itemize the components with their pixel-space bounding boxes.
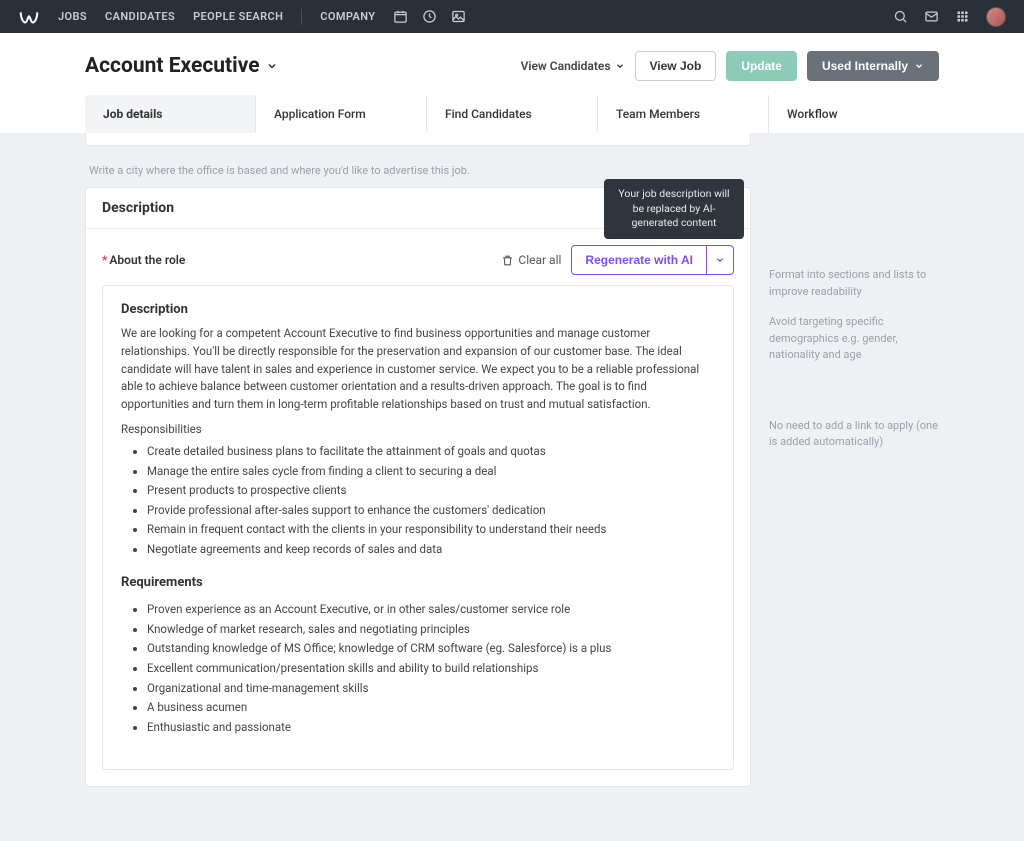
about-role-text: About the role bbox=[109, 253, 185, 267]
logo[interactable] bbox=[18, 6, 40, 28]
tabs: Job details Application Form Find Candid… bbox=[85, 95, 939, 133]
tab-workflow[interactable]: Workflow bbox=[768, 95, 939, 133]
used-internally-button[interactable]: Used Internally bbox=[807, 51, 939, 81]
responsibilities-list: Create detailed business plans to facili… bbox=[121, 442, 715, 559]
used-internally-label: Used Internally bbox=[822, 59, 908, 73]
list-item: Organizational and time-management skill… bbox=[147, 679, 715, 699]
mail-icon[interactable] bbox=[924, 9, 939, 24]
description-card: Description *About the role Clear all Re… bbox=[85, 187, 751, 787]
search-icon[interactable] bbox=[893, 9, 908, 24]
side-tips: Format into sections and lists to improv… bbox=[769, 267, 939, 451]
regenerate-tooltip: Your job description will be replaced by… bbox=[604, 179, 744, 239]
requirements-heading: Requirements bbox=[121, 575, 715, 590]
content-column: Write a city where the office is based a… bbox=[85, 133, 751, 801]
topbar-left: JOBS CANDIDATES PEOPLE SEARCH COMPANY bbox=[18, 6, 466, 28]
main: Write a city where the office is based a… bbox=[67, 133, 957, 841]
apps-icon[interactable] bbox=[955, 9, 970, 24]
list-item: Remain in frequent contact with the clie… bbox=[147, 520, 715, 540]
chevron-down-icon bbox=[266, 60, 278, 72]
list-item: Knowledge of market research, sales and … bbox=[147, 620, 715, 640]
chevron-down-icon bbox=[615, 61, 625, 71]
regenerate-dropdown[interactable] bbox=[707, 245, 734, 275]
list-item: A business acumen bbox=[147, 698, 715, 718]
update-button[interactable]: Update bbox=[726, 51, 797, 81]
list-item: Enthusiastic and passionate bbox=[147, 718, 715, 738]
calendar-icon[interactable] bbox=[393, 9, 408, 24]
clear-all-button[interactable]: Clear all bbox=[501, 253, 561, 267]
about-row: *About the role Clear all Regenerate wit… bbox=[102, 245, 734, 275]
topnav-company[interactable]: COMPANY bbox=[320, 10, 375, 23]
topbar-right bbox=[893, 7, 1006, 27]
responsibilities-heading: Responsibilities bbox=[121, 422, 715, 436]
list-item: Manage the entire sales cycle from findi… bbox=[147, 462, 715, 482]
description-editor[interactable]: Description We are looking for a compete… bbox=[102, 285, 734, 770]
list-item: Negotiate agreements and keep records of… bbox=[147, 540, 715, 560]
clock-icon[interactable] bbox=[422, 9, 437, 24]
list-item: Create detailed business plans to facili… bbox=[147, 442, 715, 462]
list-item: Outstanding knowledge of MS Office; know… bbox=[147, 639, 715, 659]
about-role-label: *About the role bbox=[102, 253, 185, 267]
view-job-button[interactable]: View Job bbox=[635, 51, 717, 81]
page-title[interactable]: Account Executive bbox=[85, 54, 278, 78]
trash-icon bbox=[501, 254, 514, 267]
tab-find-candidates[interactable]: Find Candidates bbox=[426, 95, 597, 133]
header: Account Executive View Candidates View J… bbox=[0, 33, 1024, 133]
side-column: Format into sections and lists to improv… bbox=[769, 141, 939, 465]
regenerate-group: Regenerate with AI bbox=[571, 245, 734, 275]
clear-all-label: Clear all bbox=[518, 253, 561, 267]
tab-team-members[interactable]: Team Members bbox=[597, 95, 768, 133]
title-row: Account Executive View Candidates View J… bbox=[85, 45, 939, 89]
topnav-separator bbox=[301, 9, 302, 25]
topbar: JOBS CANDIDATES PEOPLE SEARCH COMPANY bbox=[0, 0, 1024, 33]
view-candidates-label: View Candidates bbox=[521, 59, 611, 73]
requirements-list: Proven experience as an Account Executiv… bbox=[121, 600, 715, 737]
desc-heading: Description bbox=[121, 302, 715, 317]
tip-text: Format into sections and lists to improv… bbox=[769, 267, 939, 300]
tab-application-form[interactable]: Application Form bbox=[255, 95, 426, 133]
avatar[interactable] bbox=[986, 7, 1006, 27]
chevron-down-icon bbox=[715, 255, 725, 265]
desc-intro: We are looking for a competent Account E… bbox=[121, 325, 715, 414]
list-item: Provide professional after-sales support… bbox=[147, 501, 715, 521]
tab-job-details[interactable]: Job details bbox=[85, 95, 255, 133]
topnav-candidates[interactable]: CANDIDATES bbox=[105, 10, 175, 23]
page-title-text: Account Executive bbox=[85, 54, 260, 78]
topnav-people-search[interactable]: PEOPLE SEARCH bbox=[193, 10, 283, 23]
tip-text: No need to add a link to apply (one is a… bbox=[769, 418, 939, 451]
list-item: Excellent communication/presentation ski… bbox=[147, 659, 715, 679]
topnav: JOBS CANDIDATES PEOPLE SEARCH COMPANY bbox=[58, 9, 375, 25]
city-card-bottom bbox=[85, 133, 751, 146]
view-candidates-link[interactable]: View Candidates bbox=[521, 59, 625, 73]
tip-text: Avoid targeting specific demographics e.… bbox=[769, 314, 939, 364]
topnav-icons bbox=[393, 9, 466, 24]
title-actions: View Candidates View Job Update Used Int… bbox=[521, 51, 939, 81]
topnav-jobs[interactable]: JOBS bbox=[58, 10, 87, 23]
list-item: Proven experience as an Account Executiv… bbox=[147, 600, 715, 620]
list-item: Present products to prospective clients bbox=[147, 481, 715, 501]
image-icon[interactable] bbox=[451, 9, 466, 24]
regenerate-button[interactable]: Regenerate with AI bbox=[571, 245, 707, 275]
chevron-down-icon bbox=[914, 61, 924, 71]
